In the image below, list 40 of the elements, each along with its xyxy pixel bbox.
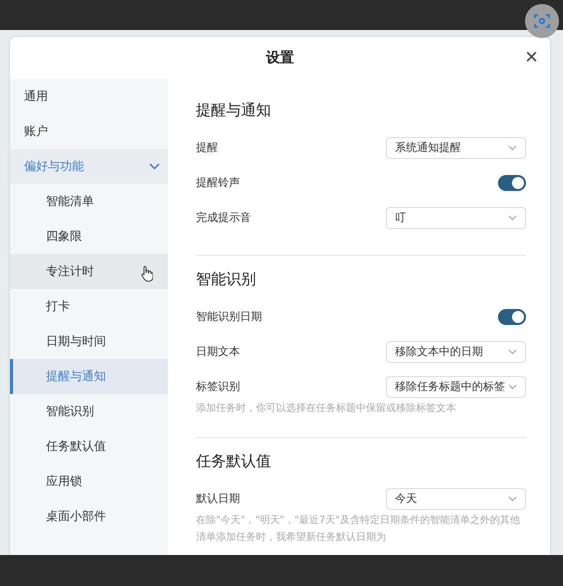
sidebar-item[interactable]: 应用锁 [10, 464, 168, 499]
hint-text: 在除"今天"，"明天"，"最近7天"及含特定日期条件的智能清单之外的其他清单添加任务时，我希望新任务默认日期为 [196, 514, 521, 545]
sidebar-item[interactable]: 账户 [10, 114, 168, 149]
dropdown[interactable]: 移除文本中的日期 [386, 340, 526, 362]
dropdown[interactable]: 今天 [386, 488, 526, 510]
sidebar-item[interactable]: 专注计时 [10, 254, 168, 289]
setting-label: 提醒 [196, 140, 218, 155]
hint-text: 添加任务时，你可以选择在任务标题中保留或移除标签文本 [196, 402, 457, 416]
section-title: 提醒与通知 [196, 101, 272, 120]
close-button[interactable]: × [521, 45, 542, 69]
window-title: 设置 [266, 49, 294, 67]
dropdown[interactable]: 叮 [386, 206, 526, 228]
dropdown[interactable]: 移除任务标题中的标签 [386, 376, 526, 398]
setting-label: 智能识别日期 [196, 309, 262, 324]
setting-label: 提醒铃声 [196, 175, 240, 190]
setting-label: 完成提示音 [196, 210, 251, 225]
setting-label: 日期文本 [196, 344, 240, 359]
image-search-button[interactable] [525, 4, 559, 38]
toggle-switch[interactable] [498, 174, 526, 190]
sidebar-item[interactable]: 通用 [10, 79, 168, 114]
chevron-icon [508, 214, 517, 220]
section-title: 智能识别 [196, 270, 257, 289]
sidebar-item[interactable]: 四象限 [10, 219, 168, 254]
setting-label: 默认日期 [196, 491, 240, 506]
camera-frame-icon [534, 13, 550, 29]
chevron-icon [508, 384, 517, 390]
chevron-icon [508, 348, 517, 354]
sidebar-item[interactable]: 智能清单 [10, 184, 168, 219]
setting-label: 标签识别 [196, 379, 240, 394]
section-title: 任务默认值 [196, 452, 272, 471]
sidebar-item[interactable]: 日期与时间 [10, 324, 168, 359]
toggle-switch[interactable] [498, 308, 526, 324]
hand-cursor-icon [141, 266, 153, 282]
chevron-icon [508, 496, 517, 502]
chevron-icon [508, 144, 517, 150]
sidebar-item[interactable]: 桌面小部件 [10, 499, 168, 534]
sidebar-item[interactable]: 打卡 [10, 289, 168, 324]
sidebar-item[interactable]: 智能识别 [10, 394, 168, 429]
sidebar-item[interactable]: 任务默认值 [10, 429, 168, 464]
dropdown[interactable]: 系统通知提醒 [386, 136, 526, 158]
